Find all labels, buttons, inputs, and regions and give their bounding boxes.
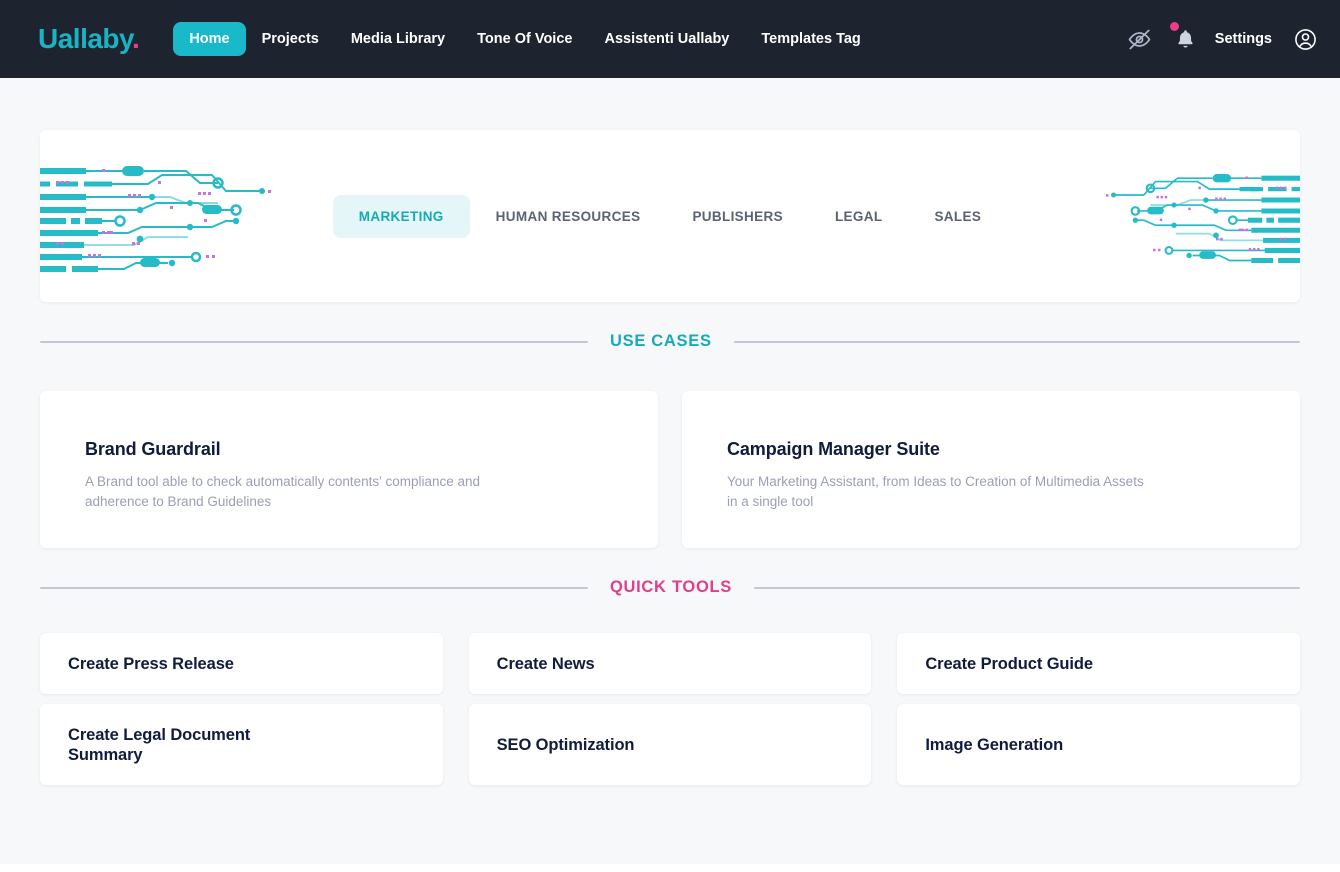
divider-right	[754, 587, 1300, 589]
logo-dot: .	[132, 23, 139, 54]
use-cases-title: USE CASES	[610, 332, 712, 351]
page-content: MARKETING HUMAN RESOURCES PUBLISHERS LEG…	[0, 130, 1340, 864]
category-tabs: MARKETING HUMAN RESOURCES PUBLISHERS LEG…	[333, 195, 1007, 238]
tab-sales[interactable]: SALES	[908, 195, 1007, 238]
use-case-title: Brand Guardrail	[85, 439, 614, 460]
use-cases-grid: Brand Guardrail A Brand tool able to che…	[40, 391, 1300, 548]
nav-item-assistenti-uallaby[interactable]: Assistenti Uallaby	[588, 22, 745, 56]
quick-tool-create-press-release[interactable]: Create Press Release	[40, 633, 443, 694]
nav-item-templates-tag[interactable]: Templates Tag	[745, 22, 876, 56]
settings-button[interactable]: Settings	[1215, 31, 1272, 47]
notification-badge	[1170, 22, 1179, 31]
eye-off-icon[interactable]	[1127, 26, 1153, 52]
tab-human-resources[interactable]: HUMAN RESOURCES	[470, 195, 667, 238]
tab-marketing[interactable]: MARKETING	[333, 195, 470, 238]
use-case-description: A Brand tool able to check automatically…	[85, 472, 505, 512]
use-cases-section-header: USE CASES	[40, 332, 1300, 351]
use-case-card-campaign-manager-suite[interactable]: Campaign Manager Suite Your Marketing As…	[682, 391, 1300, 548]
page-footer: Copyright © 2024. All rights reserved. U…	[0, 864, 1340, 872]
quick-tool-create-legal-document-summary[interactable]: Create Legal Document Summary	[40, 704, 443, 785]
use-case-card-brand-guardrail[interactable]: Brand Guardrail A Brand tool able to che…	[40, 391, 658, 548]
circuit-decoration-right	[1090, 159, 1300, 273]
account-circle-icon[interactable]	[1292, 26, 1318, 52]
bell-icon[interactable]	[1173, 26, 1199, 52]
quick-tool-label: Image Generation	[925, 735, 1063, 755]
quick-tool-label: Create Product Guide	[925, 654, 1093, 674]
logo-text: Uallaby	[38, 23, 132, 54]
quick-tools-title: QUICK TOOLS	[610, 578, 732, 597]
quick-tool-image-generation[interactable]: Image Generation	[897, 704, 1300, 785]
top-navigation-bar: Uallaby. Home Projects Media Library Ton…	[0, 0, 1340, 78]
quick-tools-section-header: QUICK TOOLS	[40, 578, 1300, 597]
quick-tool-create-product-guide[interactable]: Create Product Guide	[897, 633, 1300, 694]
nav-item-projects[interactable]: Projects	[246, 22, 335, 56]
divider-left	[40, 341, 588, 343]
use-case-description: Your Marketing Assistant, from Ideas to …	[727, 472, 1147, 512]
quick-tool-label: Create Press Release	[68, 654, 234, 674]
quick-tool-create-news[interactable]: Create News	[469, 633, 872, 694]
main-nav: Home Projects Media Library Tone Of Voic…	[173, 22, 876, 56]
quick-tool-seo-optimization[interactable]: SEO Optimization	[469, 704, 872, 785]
quick-tools-grid: Create Press Release Create News Create …	[40, 633, 1300, 785]
tab-publishers[interactable]: PUBLISHERS	[666, 195, 809, 238]
quick-tool-label: Create Legal Document Summary	[68, 725, 268, 765]
nav-item-media-library[interactable]: Media Library	[335, 22, 461, 56]
quick-tool-label: Create News	[497, 654, 595, 674]
nav-item-tone-of-voice[interactable]: Tone Of Voice	[461, 22, 588, 56]
nav-item-home[interactable]: Home	[173, 22, 245, 56]
category-banner: MARKETING HUMAN RESOURCES PUBLISHERS LEG…	[40, 130, 1300, 302]
divider-left	[40, 587, 588, 589]
app-logo[interactable]: Uallaby.	[38, 23, 139, 55]
tab-legal[interactable]: LEGAL	[809, 195, 909, 238]
divider-right	[734, 341, 1300, 343]
header-actions: Settings	[1127, 26, 1318, 52]
quick-tool-label: SEO Optimization	[497, 735, 635, 755]
use-case-title: Campaign Manager Suite	[727, 439, 1256, 460]
circuit-decoration-left	[40, 159, 290, 273]
